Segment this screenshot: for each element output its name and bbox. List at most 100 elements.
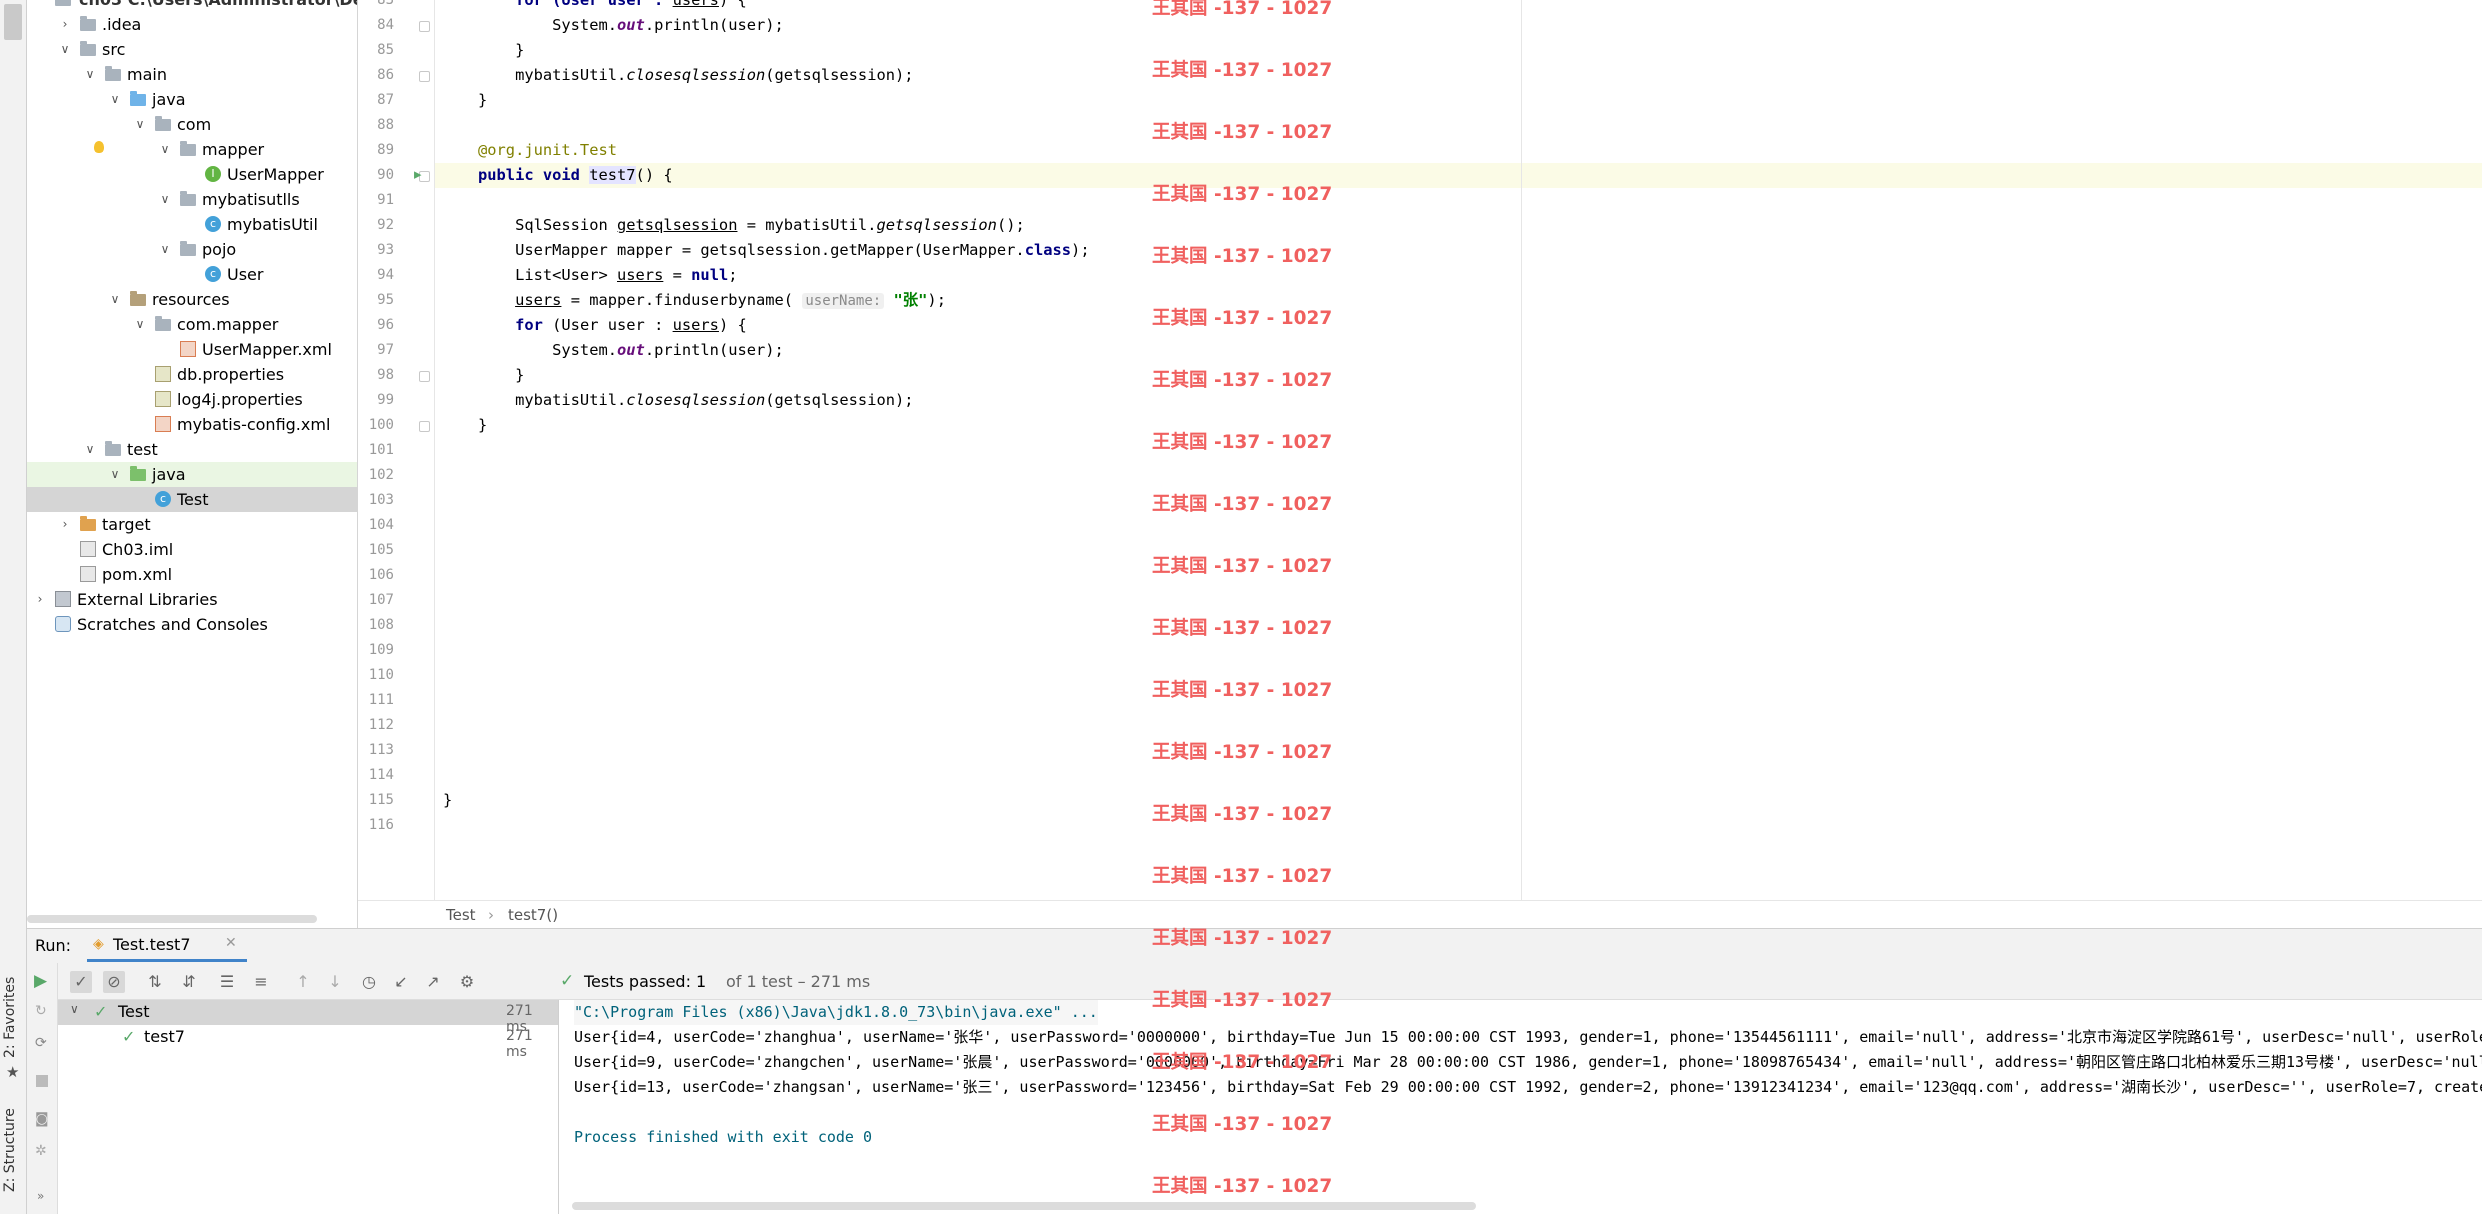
chevron-down-icon[interactable]: ∨ xyxy=(108,87,122,112)
chevron-down-icon[interactable]: ∨ xyxy=(158,187,172,212)
settings-icon[interactable]: ✲ xyxy=(35,1143,47,1159)
sort-duration-icon[interactable]: ⇵ xyxy=(178,971,200,993)
structure-tool-tab[interactable]: Z: Structure xyxy=(2,1108,18,1192)
breadcrumb-separator: › xyxy=(488,906,494,924)
tree-row[interactable]: pom.xml xyxy=(27,562,357,587)
test-case-time: 271 ms xyxy=(506,1028,533,1060)
folder-icon xyxy=(105,66,121,81)
tree-row[interactable]: c mybatisUtil xyxy=(27,212,357,237)
chevron-down-icon[interactable]: ∨ xyxy=(83,62,97,87)
code-line: SqlSession getsqlsession = mybatisUtil.g… xyxy=(478,213,1025,238)
chevron-down-icon[interactable]: ∨ xyxy=(158,237,172,262)
gear-icon[interactable]: ⚙ xyxy=(456,971,478,993)
run-tab[interactable]: ◈ Test.test7 ✕ xyxy=(87,929,247,962)
tree-row[interactable]: Ch03.iml xyxy=(27,537,357,562)
tree-row[interactable]: ∨ java xyxy=(27,87,357,112)
fold-marker-icon[interactable] xyxy=(419,421,430,432)
chevron-down-icon[interactable]: ∨ xyxy=(108,287,122,312)
tree-row[interactable]: c Test xyxy=(27,487,357,512)
fold-marker-icon[interactable] xyxy=(419,21,430,32)
code-token: ); xyxy=(927,291,946,309)
chevron-down-icon[interactable]: ∨ xyxy=(70,1002,79,1016)
tree-row[interactable]: ∨ main xyxy=(27,62,357,87)
tree-row-label: java xyxy=(152,90,186,109)
chevron-down-icon[interactable]: ∨ xyxy=(158,137,172,162)
next-test-icon[interactable]: ↓ xyxy=(324,971,346,993)
watermark-text: 王其国 -137 - 1027 xyxy=(1152,990,1333,1011)
test-suite-row[interactable]: ∨ ✓ Test 271 ms xyxy=(58,1000,558,1035)
tree-row-label: mybatis-config.xml xyxy=(177,415,331,434)
tree-row[interactable]: › External Libraries xyxy=(27,587,357,612)
tree-row[interactable]: I UserMapper xyxy=(27,162,357,187)
tree-row[interactable]: ∨ src xyxy=(27,37,357,62)
project-horizontal-scrollbar[interactable] xyxy=(27,915,317,923)
tree-row[interactable]: Scratches and Consoles xyxy=(27,612,357,637)
code-token: getsqlsession xyxy=(876,216,997,234)
fold-marker-icon[interactable] xyxy=(419,71,430,82)
project-tool-tab[interactable] xyxy=(4,4,22,40)
breadcrumb-method[interactable]: test7() xyxy=(508,906,558,924)
tree-row[interactable]: ∨ test xyxy=(27,437,357,462)
tree-row-label: User xyxy=(227,265,264,284)
tree-row[interactable]: ∨ resources xyxy=(27,287,357,312)
tree-row[interactable]: ∨ mapper xyxy=(27,137,357,162)
code-token: out xyxy=(617,341,645,359)
code-line: System.out.println(user); xyxy=(478,338,784,363)
previous-test-icon[interactable]: ↑ xyxy=(292,971,314,993)
test-suite-name: Test xyxy=(118,1002,150,1021)
tree-row[interactable]: ∨ java xyxy=(27,462,357,487)
tree-row[interactable]: › .idea xyxy=(27,12,357,37)
fold-marker-icon[interactable] xyxy=(419,371,430,382)
tree-root-row[interactable]: ch03 C:\Users\Administrator\Desktop xyxy=(27,0,357,12)
chevron-down-icon[interactable]: ∨ xyxy=(83,437,97,462)
tree-row[interactable]: ∨ com xyxy=(27,112,357,137)
tree-row[interactable]: ∨ com.mapper xyxy=(27,312,357,337)
chevron-down-icon[interactable]: ∨ xyxy=(133,112,147,137)
chevron-down-icon[interactable]: ∨ xyxy=(58,37,72,62)
rerun-failed-icon[interactable]: ↻ xyxy=(35,1003,47,1019)
show-passed-icon[interactable]: ✓ xyxy=(70,971,92,993)
test-case-row[interactable]: ✓ test7 271 ms xyxy=(58,1025,558,1060)
code-token: class xyxy=(1024,241,1072,259)
tree-row-label: target xyxy=(102,515,151,534)
tree-row[interactable]: c User xyxy=(27,262,357,287)
collapse-all-icon[interactable]: ≡ xyxy=(250,971,272,993)
history-icon[interactable]: ◷ xyxy=(358,971,380,993)
show-ignored-icon[interactable]: ⊘ xyxy=(103,971,125,993)
console-horizontal-scrollbar[interactable] xyxy=(572,1202,1476,1210)
chevron-down-icon[interactable]: ∨ xyxy=(133,312,147,337)
export-tests-icon[interactable]: ↗ xyxy=(422,971,444,993)
expand-all-icon[interactable]: ☰ xyxy=(216,971,238,993)
tree-row[interactable]: mybatis-config.xml xyxy=(27,412,357,437)
line-number: 84 xyxy=(377,17,394,33)
breadcrumb-class[interactable]: Test xyxy=(446,906,476,924)
chevron-right-icon[interactable]: › xyxy=(58,512,72,537)
console-output[interactable]: "C:\Program Files (x86)\Java\jdk1.8.0_73… xyxy=(559,1000,2482,1214)
chevron-down-icon[interactable]: ∨ xyxy=(108,462,122,487)
toggle-auto-test-icon[interactable]: ⟳ xyxy=(35,1035,47,1051)
rerun-icon[interactable]: ▶ xyxy=(34,971,47,991)
code-editor[interactable]: for (User user : users) { System.out.pri… xyxy=(435,0,2482,900)
code-token: SqlSession xyxy=(478,216,617,234)
sort-alpha-icon[interactable]: ⇅ xyxy=(144,971,166,993)
stop-icon[interactable] xyxy=(36,1075,48,1087)
camera-icon[interactable]: ◙ xyxy=(35,1111,49,1127)
favorites-tool-tab[interactable]: 2: Favorites xyxy=(2,977,18,1058)
tree-row[interactable]: db.properties xyxy=(27,362,357,387)
run-test-icon[interactable]: ▸ xyxy=(414,165,422,183)
tree-row[interactable]: ∨ pojo xyxy=(27,237,357,262)
code-token: ); xyxy=(1071,241,1090,259)
code-token: = mybatisUtil. xyxy=(737,216,877,234)
import-tests-icon[interactable]: ↙ xyxy=(390,971,412,993)
chevron-right-icon[interactable]: › xyxy=(33,587,47,612)
tree-row[interactable]: ∨ mybatisutlls xyxy=(27,187,357,212)
line-number: 110 xyxy=(368,667,394,683)
close-icon[interactable]: ✕ xyxy=(225,935,237,951)
tree-row[interactable]: UserMapper.xml xyxy=(27,337,357,362)
tree-row[interactable]: log4j.properties xyxy=(27,387,357,412)
tree-row-label: com xyxy=(177,115,212,134)
lightbulb-icon[interactable] xyxy=(94,141,104,153)
chevron-right-icon[interactable]: › xyxy=(58,12,72,37)
expand-more-icon[interactable]: » xyxy=(37,1189,44,1203)
tree-row[interactable]: › target xyxy=(27,512,357,537)
